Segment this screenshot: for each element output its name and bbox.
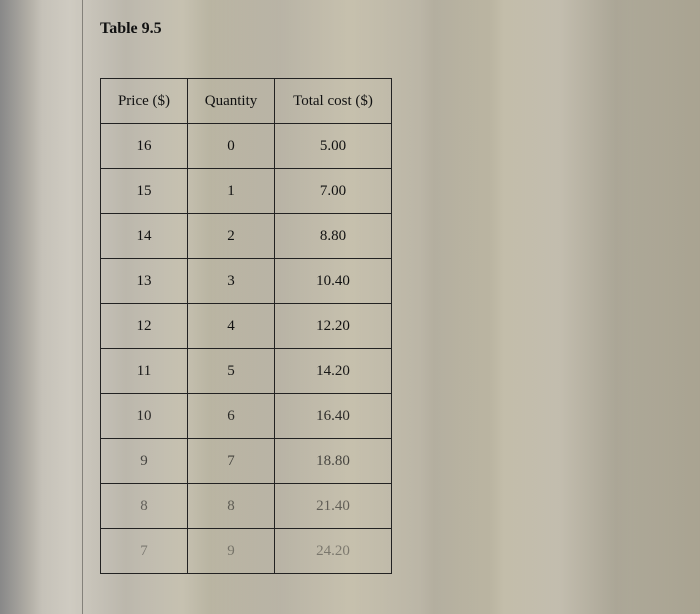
- table-row: 14 2 8.80: [101, 214, 392, 259]
- table-row: 16 0 5.00: [101, 124, 392, 169]
- cell-quantity: 4: [188, 304, 275, 349]
- cell-total-cost: 12.20: [275, 304, 392, 349]
- table-row: 8 8 21.40: [101, 484, 392, 529]
- cell-price: 14: [101, 214, 188, 259]
- cell-total-cost: 7.00: [275, 169, 392, 214]
- table-row: 9 7 18.80: [101, 439, 392, 484]
- table-row: 15 1 7.00: [101, 169, 392, 214]
- cell-price: 12: [101, 304, 188, 349]
- page-content: Table 9.5 Price ($) Quantity Total cost …: [100, 20, 640, 574]
- cell-quantity: 1: [188, 169, 275, 214]
- cell-price: 11: [101, 349, 188, 394]
- cell-price: 16: [101, 124, 188, 169]
- page-margin-rule: [82, 0, 83, 614]
- cell-quantity: 2: [188, 214, 275, 259]
- cell-price: 15: [101, 169, 188, 214]
- cell-total-cost: 18.80: [275, 439, 392, 484]
- cell-quantity: 5: [188, 349, 275, 394]
- table-header-row: Price ($) Quantity Total cost ($): [101, 79, 392, 124]
- cell-quantity: 0: [188, 124, 275, 169]
- cell-quantity: 6: [188, 394, 275, 439]
- table-row: 11 5 14.20: [101, 349, 392, 394]
- cell-quantity: 8: [188, 484, 275, 529]
- table-row: 7 9 24.20: [101, 529, 392, 574]
- cell-price: 10: [101, 394, 188, 439]
- cell-price: 7: [101, 529, 188, 574]
- cell-price: 9: [101, 439, 188, 484]
- cell-price: 8: [101, 484, 188, 529]
- cell-price: 13: [101, 259, 188, 304]
- cell-total-cost: 24.20: [275, 529, 392, 574]
- cell-total-cost: 14.20: [275, 349, 392, 394]
- col-header-price: Price ($): [101, 79, 188, 124]
- col-header-quantity: Quantity: [188, 79, 275, 124]
- table-row: 12 4 12.20: [101, 304, 392, 349]
- data-table: Price ($) Quantity Total cost ($) 16 0 5…: [100, 78, 392, 574]
- cell-total-cost: 5.00: [275, 124, 392, 169]
- cell-quantity: 3: [188, 259, 275, 304]
- cell-total-cost: 10.40: [275, 259, 392, 304]
- cell-quantity: 7: [188, 439, 275, 484]
- table-row: 10 6 16.40: [101, 394, 392, 439]
- cell-total-cost: 8.80: [275, 214, 392, 259]
- cell-quantity: 9: [188, 529, 275, 574]
- table-title: Table 9.5: [100, 20, 640, 38]
- col-header-total-cost: Total cost ($): [275, 79, 392, 124]
- cell-total-cost: 16.40: [275, 394, 392, 439]
- cell-total-cost: 21.40: [275, 484, 392, 529]
- table-row: 13 3 10.40: [101, 259, 392, 304]
